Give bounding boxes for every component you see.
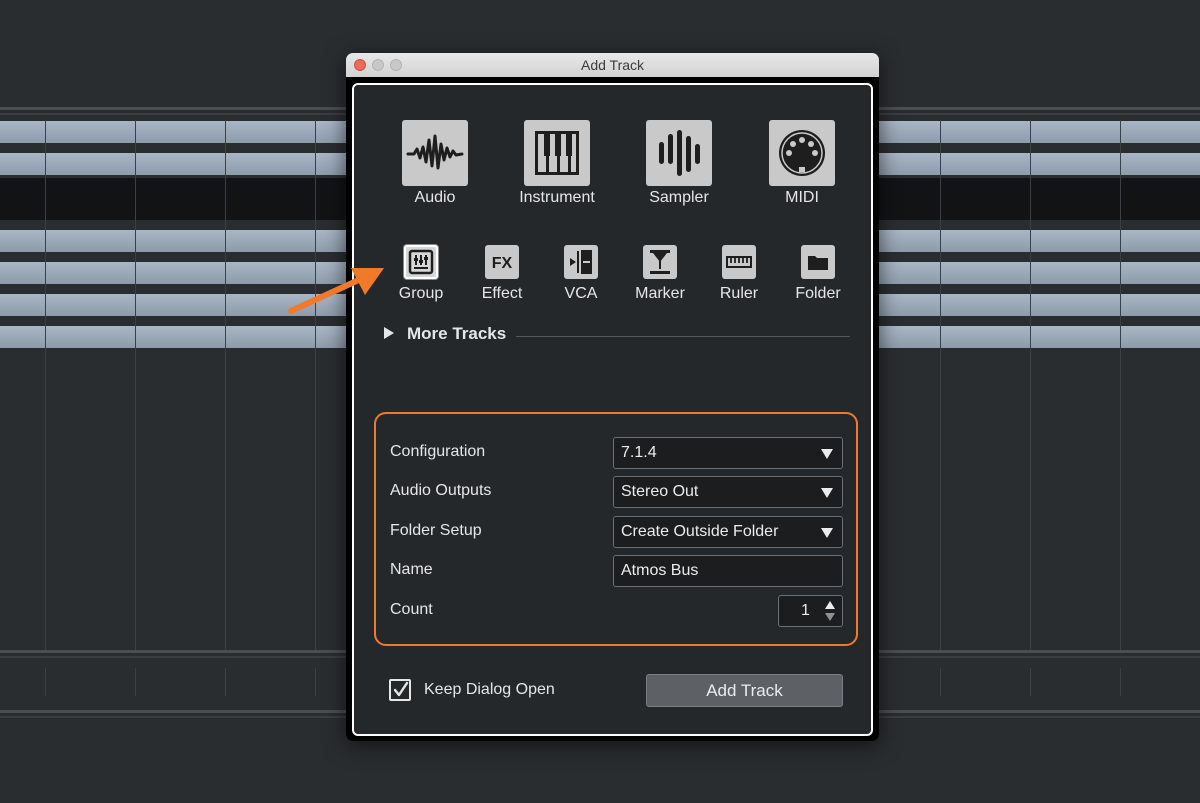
folder-setup-value: Create Outside Folder [621, 523, 779, 540]
folder-icon [808, 256, 828, 270]
grid-line [135, 668, 136, 696]
grid-line [315, 120, 316, 650]
checkmark-icon [393, 681, 409, 697]
grid-line [45, 668, 46, 696]
folder-track-label: Folder [795, 285, 841, 302]
group-track-tile[interactable] [404, 245, 438, 279]
folder-setup-select[interactable]: Create Outside Folder [613, 516, 843, 548]
grid-line [225, 120, 226, 650]
name-label: Name [390, 561, 433, 578]
configuration-select[interactable]: 7.1.4 [613, 437, 843, 469]
midi-track-label: MIDI [785, 189, 819, 206]
add-track-dialog: Add Track Audio Instrument Sampler MIDI … [346, 53, 879, 741]
folder-track-tile[interactable] [801, 245, 835, 279]
ruler-icon [726, 256, 752, 268]
dropdown-arrow-icon [821, 488, 833, 498]
dropdown-arrow-icon [821, 528, 833, 538]
sampler-track-label: Sampler [649, 189, 709, 206]
fx-icon: FX [492, 255, 513, 272]
vca-fader-icon [570, 250, 592, 274]
marker-track-label: Marker [635, 285, 685, 302]
ruler-track-label: Ruler [719, 285, 759, 302]
stepper-up-icon[interactable] [825, 601, 835, 609]
ruler-track-tile[interactable] [722, 245, 756, 279]
effect-track-label: Effect [481, 285, 523, 302]
grid-line [225, 668, 226, 696]
add-track-button[interactable]: Add Track [646, 674, 843, 707]
annotation-arrow-icon [288, 268, 384, 314]
dialog-title: Add Track [580, 57, 645, 73]
svg-text:FX: FX [492, 255, 513, 272]
group-faders-icon [408, 249, 434, 275]
keep-dialog-open-label[interactable]: Keep Dialog Open [424, 681, 555, 699]
dropdown-arrow-icon [821, 449, 833, 459]
midi-track-tile[interactable] [769, 120, 835, 186]
instrument-track-label: Instrument [519, 189, 595, 206]
more-tracks-toggle[interactable]: More Tracks [407, 324, 506, 344]
audio-outputs-value: Stereo Out [621, 483, 699, 500]
piano-keys-icon [535, 131, 579, 175]
sampler-track-tile[interactable] [646, 120, 712, 186]
folder-setup-label: Folder Setup [390, 522, 482, 539]
audio-outputs-label: Audio Outputs [390, 482, 492, 499]
midi-connector-icon [779, 130, 825, 176]
grid-line [135, 120, 136, 650]
dialog-panel: Audio Instrument Sampler MIDI Group FX E… [352, 83, 873, 736]
grid-line [1030, 668, 1031, 696]
vca-track-tile[interactable] [564, 245, 598, 279]
count-label: Count [390, 601, 433, 618]
more-tracks-divider [516, 336, 850, 337]
grid-line [940, 120, 941, 650]
instrument-track-tile[interactable] [524, 120, 590, 186]
audio-outputs-select[interactable]: Stereo Out [613, 476, 843, 508]
count-stepper[interactable]: 1 [778, 595, 843, 627]
marker-track-tile[interactable] [643, 245, 677, 279]
dialog-titlebar[interactable]: Add Track [346, 53, 879, 77]
configuration-value: 7.1.4 [621, 444, 657, 461]
name-input[interactable] [613, 555, 843, 587]
effect-track-tile[interactable]: FX [485, 245, 519, 279]
grid-line [1120, 120, 1121, 650]
disclosure-triangle-icon[interactable] [384, 327, 394, 339]
stepper-down-icon[interactable] [825, 613, 835, 621]
marker-icon [650, 250, 670, 274]
grid-line [1030, 120, 1031, 650]
sampler-bars-icon [659, 130, 700, 176]
configuration-label: Configuration [390, 443, 486, 460]
audio-waveform-icon [406, 134, 464, 170]
audio-track-label: Audio [414, 189, 456, 206]
vca-track-label: VCA [564, 285, 598, 302]
grid-line [940, 668, 941, 696]
grid-line [45, 120, 46, 650]
keep-dialog-open-checkbox[interactable] [389, 679, 411, 701]
grid-line [1120, 668, 1121, 696]
count-value: 1 [801, 602, 810, 619]
audio-track-tile[interactable] [402, 120, 468, 186]
grid-line [315, 668, 316, 696]
